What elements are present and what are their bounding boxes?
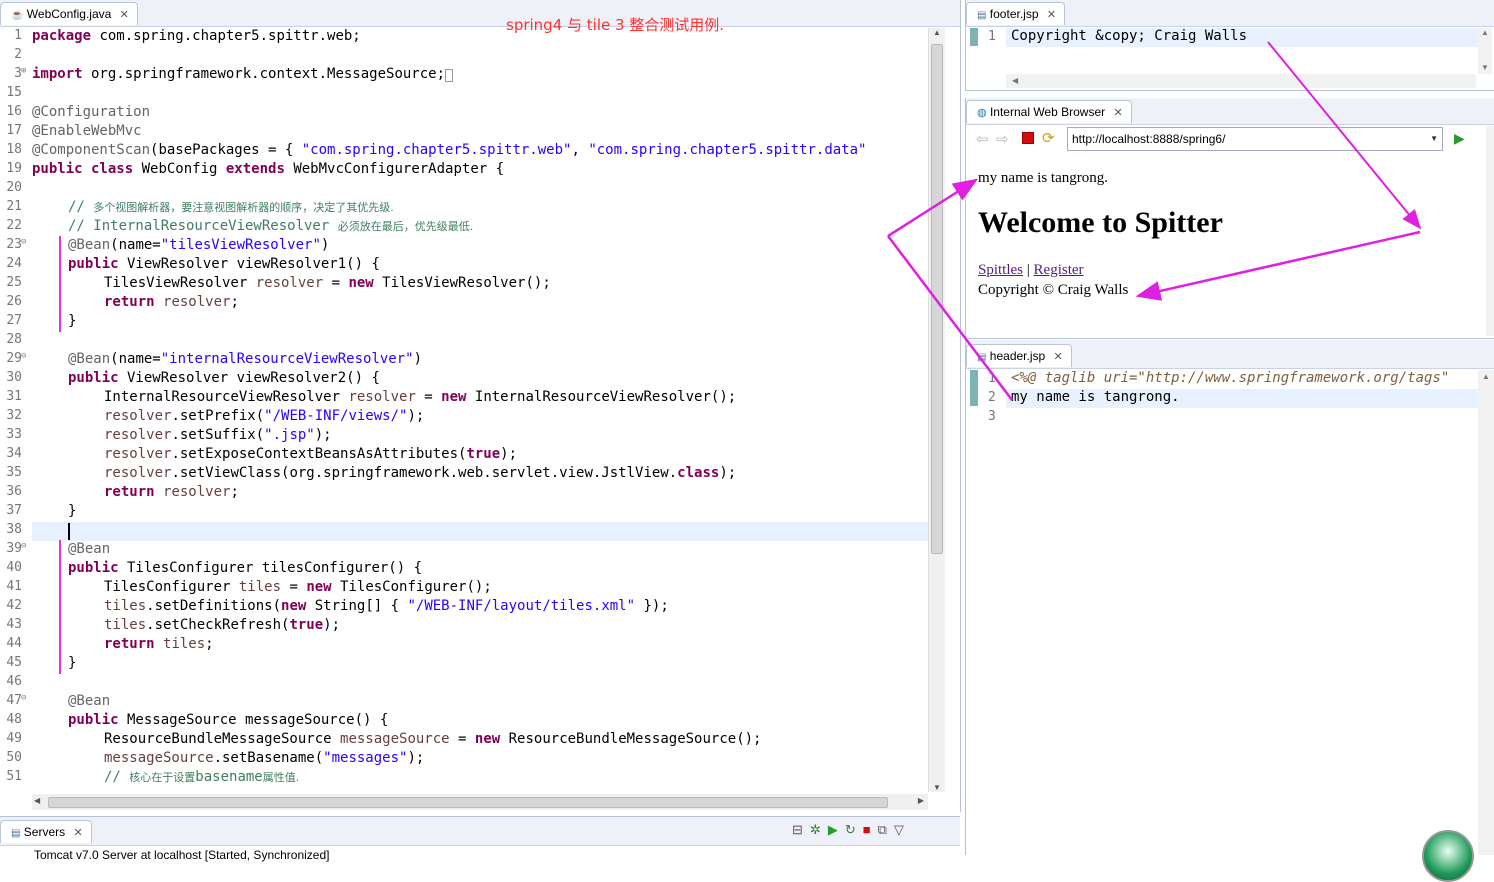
header-tabbar: ▤ header.jsp ✕ — [966, 340, 1494, 369]
footer-jsp-pane: ▤ footer.jsp ✕ 1 Copyright &copy; Craig … — [965, 0, 1494, 91]
globe-icon: ◍ — [977, 107, 987, 119]
footer-tabbar: ▤ footer.jsp ✕ — [966, 0, 1494, 27]
footer-vscrollbar[interactable]: ▲ ▼ — [1478, 28, 1492, 74]
jsp-file-icon: ▤ — [977, 352, 987, 363]
editor-hscrollbar[interactable]: ◀ ▶ — [32, 794, 928, 810]
servers-icon: ▤ — [11, 828, 21, 839]
scroll-up-icon[interactable]: ▲ — [929, 28, 945, 37]
footer-code-area[interactable]: 1 Copyright &copy; Craig Walls — [966, 28, 1478, 74]
page-nav: Spittles | Register — [978, 262, 1084, 279]
scroll-left-icon[interactable]: ◀ — [34, 796, 40, 805]
header-code-line-1: <%@ taglib uri="http://www.springframewo… — [1011, 370, 1450, 386]
servers-tabbar: ▤ Servers ✕ ⊟✲▶↻■⧉▽ — [0, 817, 960, 846]
tab-footer-jsp[interactable]: ▤ footer.jsp ✕ — [966, 2, 1066, 25]
go-icon[interactable]: ▶ — [1454, 130, 1465, 147]
current-line-highlight — [32, 522, 928, 541]
editor-pane: ☕ WebConfig.java ✕ spring4 与 tile 3 整合测试… — [0, 0, 961, 812]
publish-icon[interactable]: ⧉ — [878, 822, 894, 837]
tab-servers[interactable]: ▤ Servers ✕ — [0, 820, 92, 843]
line-number: 3 — [988, 409, 996, 424]
editor-tabbar: ☕ WebConfig.java ✕ — [0, 0, 960, 27]
url-input[interactable]: http://localhost:8888/spring6/ ▼ — [1067, 127, 1443, 151]
scroll-thumb[interactable] — [931, 44, 943, 554]
debug-icon[interactable]: ✲ — [810, 822, 828, 837]
stop-icon[interactable]: ■ — [863, 822, 878, 837]
dropdown-icon[interactable]: ▼ — [1430, 128, 1438, 150]
refresh-icon[interactable]: ⟳ — [1042, 129, 1055, 147]
tab-label: header.jsp — [989, 349, 1046, 363]
jsp-file-icon: ▤ — [977, 10, 987, 21]
tab-label: WebConfig.java — [26, 7, 112, 21]
start-icon[interactable]: ▶ — [828, 822, 845, 837]
header-code-area[interactable]: 1 <%@ taglib uri="http://www.springframe… — [966, 370, 1478, 855]
line-number: 2 — [988, 390, 996, 405]
page-header-text: my name is tangrong. — [978, 170, 1108, 186]
close-icon[interactable]: ✕ — [73, 827, 82, 839]
close-icon[interactable]: ✕ — [1113, 107, 1122, 119]
spittles-link[interactable]: Spittles — [978, 262, 1023, 278]
tab-label: footer.jsp — [989, 7, 1039, 21]
collapse-icon[interactable]: ⊟ — [792, 822, 810, 837]
marker-bar — [970, 28, 978, 46]
close-icon[interactable]: ✕ — [120, 9, 129, 21]
change-bar — [59, 236, 61, 332]
browser-page: my name is tangrong. Welcome to Spitter … — [966, 160, 1486, 336]
browser-vscrollbar[interactable] — [1486, 126, 1494, 336]
tab-webconfig-java[interactable]: ☕ WebConfig.java ✕ — [0, 2, 138, 25]
status-orb-icon — [1422, 830, 1474, 882]
close-icon[interactable]: ✕ — [1054, 351, 1063, 363]
tab-internal-web-browser[interactable]: ◍ Internal Web Browser ✕ — [966, 100, 1132, 123]
url-text: http://localhost:8888/spring6/ — [1072, 132, 1226, 146]
tab-label: Servers — [23, 825, 66, 839]
page-copyright: Copyright © Craig Walls — [978, 282, 1129, 298]
editor-vscrollbar[interactable]: ▲ ▼ — [928, 28, 945, 792]
header-jsp-pane: ▤ header.jsp ✕ 1 <%@ taglib uri="http://… — [965, 340, 1494, 882]
browser-toolbar: ⇦ ⇨ ⟳ http://localhost:8888/spring6/ ▼ ▶ — [966, 126, 1494, 154]
profile-icon[interactable]: ↻ — [845, 822, 863, 837]
back-icon[interactable]: ⇦ — [976, 130, 989, 148]
change-bar — [59, 540, 61, 674]
tab-label: Internal Web Browser — [989, 105, 1106, 119]
footer-code-line: Copyright &copy; Craig Walls — [1011, 28, 1248, 44]
marker-bar — [970, 370, 978, 406]
tab-header-jsp[interactable]: ▤ header.jsp ✕ — [966, 344, 1072, 367]
scroll-down-icon[interactable]: ▼ — [929, 783, 945, 792]
text-cursor — [68, 523, 70, 540]
close-icon[interactable]: ✕ — [1047, 9, 1056, 21]
line-number: 1 — [988, 29, 996, 44]
nav-separator: | — [1026, 262, 1030, 278]
browser-pane: ◍ Internal Web Browser ✕ ⇦ ⇨ ⟳ http://lo… — [965, 98, 1494, 339]
server-row[interactable]: Tomcat v7.0 Server at localhost [Started… — [34, 848, 329, 862]
hscroll-thumb[interactable] — [48, 797, 888, 808]
header-vscrollbar[interactable]: ▲ — [1478, 370, 1494, 855]
register-link[interactable]: Register — [1034, 262, 1084, 278]
header-code-line-2: my name is tangrong. — [1011, 389, 1180, 405]
code-area[interactable]: 1 package com.spring.chapter5.spittr.web;… — [0, 28, 928, 792]
footer-hscrollbar[interactable]: ◀ — [1006, 74, 1476, 88]
line-number: 1 — [988, 371, 996, 386]
servers-pane: ▤ Servers ✕ ⊟✲▶↻■⧉▽ Tomcat v7.0 Server a… — [0, 816, 960, 862]
browser-tabbar: ◍ Internal Web Browser ✕ — [966, 98, 1494, 125]
stop-icon[interactable] — [1022, 132, 1034, 144]
scroll-right-icon[interactable]: ▶ — [918, 796, 924, 805]
page-title: Welcome to Spitter — [978, 206, 1223, 239]
servers-toolbar: ⊟✲▶↻■⧉▽ — [792, 822, 911, 838]
view-menu-icon[interactable]: ▽ — [894, 822, 911, 837]
forward-icon[interactable]: ⇨ — [996, 130, 1009, 148]
java-file-icon: ☕ — [11, 10, 24, 21]
